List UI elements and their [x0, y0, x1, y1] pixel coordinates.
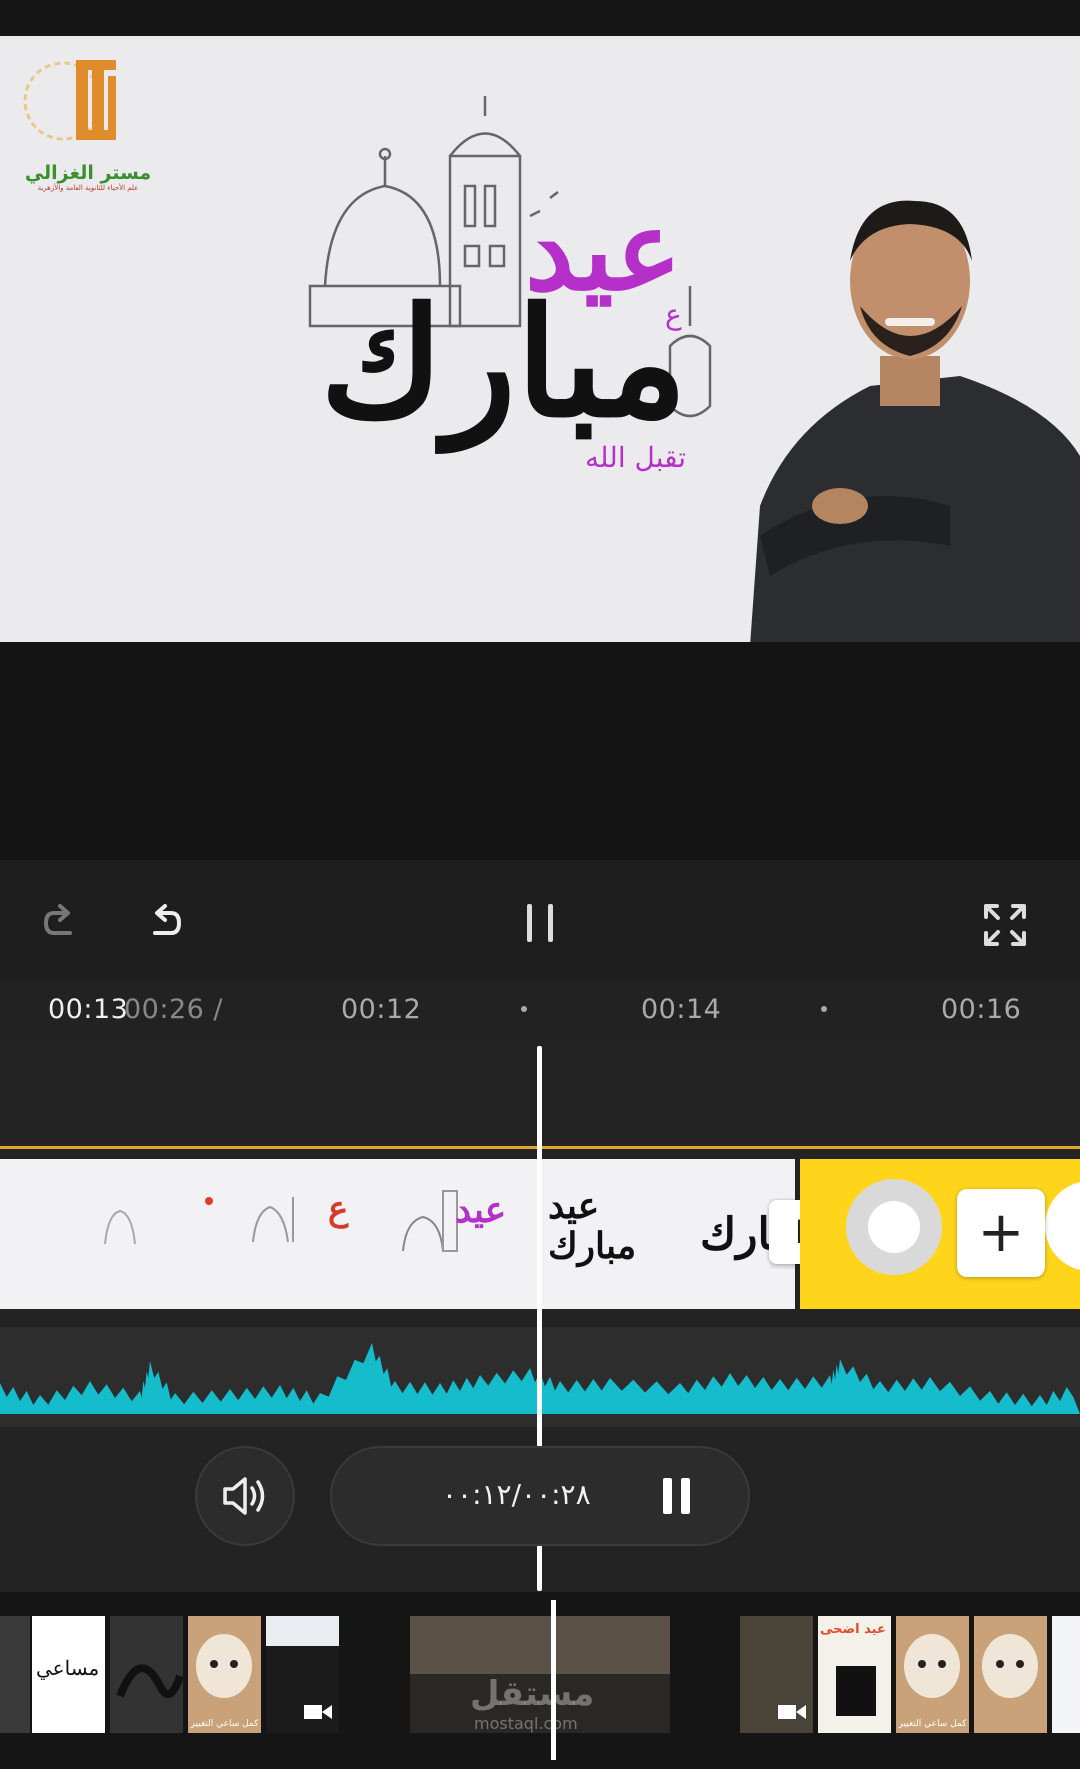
- thumbnail[interactable]: عيد اضحى: [818, 1616, 891, 1733]
- frame-greeting: ع: [328, 1189, 349, 1229]
- redo-button[interactable]: [35, 900, 85, 946]
- status-bar: [0, 0, 1080, 36]
- sheep-icon: [982, 1634, 1038, 1698]
- sheep-icon: [196, 1634, 252, 1698]
- ruler-mark: 00:12: [341, 994, 422, 1025]
- thumbnail-caption: كمل ساعي التغيير: [898, 1719, 967, 1729]
- redo-icon: [43, 904, 72, 935]
- greeting-main-text: مبارك: [320, 275, 688, 451]
- volume-button[interactable]: [195, 1446, 295, 1546]
- playback-pause-button[interactable]: [657, 1474, 697, 1518]
- thumbnail-caption: كمل ساعي التغيير: [190, 1719, 259, 1729]
- thumbnail-caption: عيد اضحى: [820, 1622, 886, 1637]
- logo-mark-icon: [23, 60, 116, 141]
- frame-dome-icon: [252, 1197, 294, 1243]
- thumbnail[interactable]: [974, 1616, 1047, 1733]
- fullscreen-icon: [984, 904, 1026, 946]
- media-thumbnail-strip[interactable]: مساعي كمل ساعي التغيير مستقل mostaql.com…: [0, 1592, 1080, 1769]
- playback-time: ٠٠:١٢/٠٠:٢٨: [442, 1478, 591, 1511]
- add-clip-label: +: [977, 1200, 1025, 1265]
- presenter-photo: [750, 200, 1080, 642]
- calligraphy-icon: [116, 1664, 183, 1698]
- logo-name: مستر الغزالي: [24, 162, 152, 184]
- frame-greeting: عيد مبارك: [548, 1185, 637, 1267]
- thumbnail[interactable]: مساعي: [32, 1616, 105, 1733]
- video-camera-icon: [778, 1705, 806, 1719]
- preview-pause-button[interactable]: [515, 898, 565, 948]
- video-preview[interactable]: مستر الغزالي علم الأحياء للثانوية العامة…: [0, 36, 1080, 642]
- video-clip-track[interactable]: ع عيد عيد مبارك مبارك: [0, 1159, 795, 1309]
- thumbnail-top: [266, 1616, 339, 1646]
- frame-dome-icon: [104, 1209, 136, 1245]
- ruler-mark: 00:14: [641, 994, 722, 1025]
- add-clip-button[interactable]: +: [957, 1189, 1045, 1277]
- thumbnail[interactable]: [266, 1616, 339, 1733]
- thumbnail[interactable]: [110, 1616, 183, 1733]
- ruler-dot: [521, 1006, 527, 1012]
- volume-icon: [223, 1477, 265, 1515]
- current-time: 00:13: [48, 994, 129, 1025]
- thumbnail-selected[interactable]: مستقل mostaql.com: [410, 1616, 670, 1733]
- frame-greeting: عيد: [455, 1189, 507, 1231]
- time-ruler[interactable]: 00:13 00:26 / 00:12 00:14 00:16: [0, 980, 1080, 1040]
- total-time: 00:26 /: [124, 994, 223, 1025]
- thumbnail[interactable]: [1052, 1616, 1080, 1733]
- sheep-icon: [904, 1634, 960, 1698]
- logo: مستر الغزالي علم الأحياء للثانوية العامة…: [18, 46, 158, 196]
- watermark-url: mostaql.com: [474, 1714, 578, 1733]
- thumbnail[interactable]: [0, 1616, 30, 1733]
- ruler-mark: 00:16: [941, 994, 1022, 1025]
- thumbnail[interactable]: [740, 1616, 813, 1733]
- clip-circle: [1045, 1181, 1080, 1271]
- pause-icon: [527, 904, 553, 942]
- thumbnail-top: [410, 1616, 670, 1674]
- thumbnail-text: مساعي: [36, 1656, 100, 1680]
- thumbnail[interactable]: كمل ساعي التغيير: [896, 1616, 969, 1733]
- undo-button[interactable]: [140, 900, 190, 946]
- video-camera-icon: [304, 1705, 332, 1719]
- fullscreen-button[interactable]: [980, 900, 1030, 950]
- editor-toolbar: [0, 860, 1080, 980]
- playback-control[interactable]: ٠٠:١٢/٠٠:٢٨: [330, 1446, 750, 1546]
- watermark: مستقل: [470, 1674, 595, 1714]
- kaaba-shape: [836, 1666, 876, 1716]
- undo-icon: [153, 904, 182, 935]
- clip-circle-inner: [868, 1201, 920, 1253]
- preview-background: [0, 642, 1080, 860]
- thumbnail[interactable]: كمل ساعي التغيير: [188, 1616, 261, 1733]
- pause-icon: [663, 1478, 690, 1514]
- greeting-small-text: تقبل الله: [585, 441, 687, 474]
- frame-dot: [205, 1197, 213, 1205]
- logo-tagline: علم الأحياء للثانوية العامة والأزهرية: [37, 184, 139, 192]
- strip-playhead: [551, 1600, 556, 1760]
- ruler-dot: [821, 1006, 827, 1012]
